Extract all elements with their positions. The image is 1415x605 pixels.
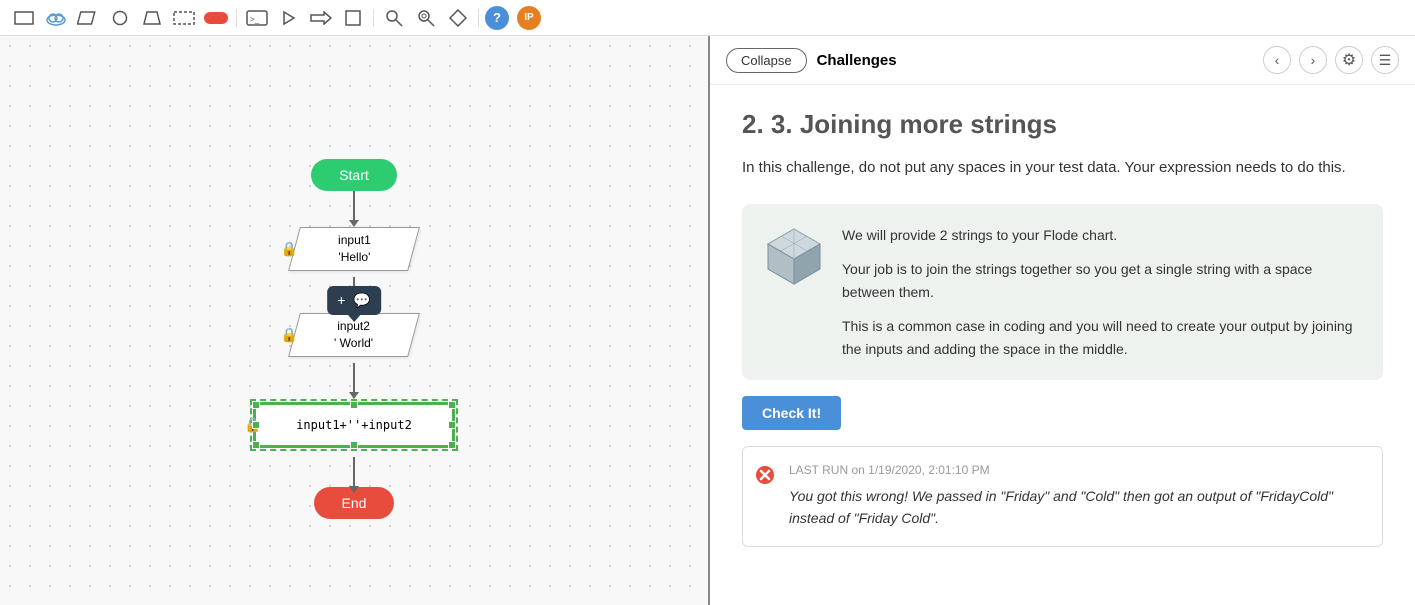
arrow-tool[interactable] [307,7,335,29]
trapezoid-tool[interactable] [138,7,166,29]
handle-bm[interactable] [350,441,358,449]
handle-ml[interactable] [252,421,260,429]
card-line3: This is a common case in coding and you … [842,315,1363,360]
play-tool[interactable] [275,7,303,29]
handle-br[interactable] [448,441,456,449]
svg-text:>_: >_ [250,15,260,24]
divider2 [373,9,374,27]
result-card: LAST RUN on 1/19/2020, 2:01:10 PM You go… [742,446,1383,547]
handle-tm[interactable] [350,401,358,409]
expression-node[interactable]: 🔒 input1+''+input2 [254,403,454,447]
input2-node[interactable]: 🔒 input2 ' World' [288,313,420,357]
toolbar: >_ ? IP [0,0,1415,36]
arrow3 [353,363,355,393]
user-avatar[interactable]: IP [517,6,541,30]
pill-tool[interactable] [202,7,230,29]
terminal-tool[interactable]: >_ [243,7,271,29]
next-button[interactable]: › [1299,46,1327,74]
divider1 [236,9,237,27]
panel-header: Collapse Challenges ‹ › ⚙ ☰ [710,36,1415,85]
panel-content: 2. 3. Joining more strings In this chall… [710,85,1415,605]
input2-icon: 🔒 [281,326,298,343]
main-layout: Start 🔒 input1 'Hello' [0,36,1415,605]
card-line2: Your job is to join the strings together… [842,258,1363,303]
diamond-tool[interactable] [444,7,472,29]
input1-node[interactable]: 🔒 input1 'Hello' [288,227,420,271]
result-error-icon [755,465,775,490]
check-it-button[interactable]: Check It! [742,396,841,430]
flowchart: Start 🔒 input1 'Hello' [250,159,458,519]
handle-mr[interactable] [448,421,456,429]
canvas-area[interactable]: Start 🔒 input1 'Hello' [0,36,710,605]
circle-tool[interactable] [106,7,134,29]
dashed-rect-tool[interactable] [170,7,198,29]
panel-header-left: Collapse Challenges [726,48,897,73]
help-tool[interactable]: ? [485,6,509,30]
divider3 [478,9,479,27]
expression-text: input1+''+input2 [296,418,412,432]
input2-text: input2 ' World' [334,318,373,352]
rectangle-tool[interactable] [10,7,38,29]
prev-button[interactable]: ‹ [1263,46,1291,74]
handle-tr[interactable] [448,401,456,409]
result-meta: LAST RUN on 1/19/2020, 2:01:10 PM [789,463,1366,477]
input1-text: input1 'Hello' [338,232,371,266]
arrow1 [353,191,355,221]
challenge-card: We will provide 2 strings to your Flode … [742,204,1383,380]
input1-icon: 🔒 [281,240,298,257]
challenge-card-text: We will provide 2 strings to your Flode … [842,224,1363,360]
collapse-button[interactable]: Collapse [726,48,807,73]
card-line1: We will provide 2 strings to your Flode … [842,224,1363,246]
search1-tool[interactable] [380,7,408,29]
challenge-description: In this challenge, do not put any spaces… [742,156,1383,180]
start-node[interactable]: Start [311,159,397,191]
parallelogram-tool[interactable] [74,7,102,29]
search2-tool[interactable] [412,7,440,29]
settings-button[interactable]: ⚙ [1335,46,1363,74]
handle-bl[interactable] [252,441,260,449]
result-date: on 1/19/2020, 2:01:10 PM [851,463,989,477]
stop-tool[interactable] [339,7,367,29]
right-panel: Collapse Challenges ‹ › ⚙ ☰ 2. 3. Joinin… [710,36,1415,605]
handle-tl[interactable] [252,401,260,409]
panel-header-right: ‹ › ⚙ ☰ [1263,46,1399,74]
add-tooltip-icon[interactable]: + [337,292,345,308]
arrow4 [353,457,355,487]
result-content: LAST RUN on 1/19/2020, 2:01:10 PM You go… [789,463,1366,530]
result-text: You got this wrong! We passed in "Friday… [789,485,1366,530]
panel-title: Challenges [817,52,897,69]
challenge-icon [762,224,822,284]
cloud-tool[interactable] [42,7,70,29]
menu-button[interactable]: ☰ [1371,46,1399,74]
challenge-title: 2. 3. Joining more strings [742,109,1383,140]
comment-tooltip-icon[interactable]: 💬 [353,292,370,309]
